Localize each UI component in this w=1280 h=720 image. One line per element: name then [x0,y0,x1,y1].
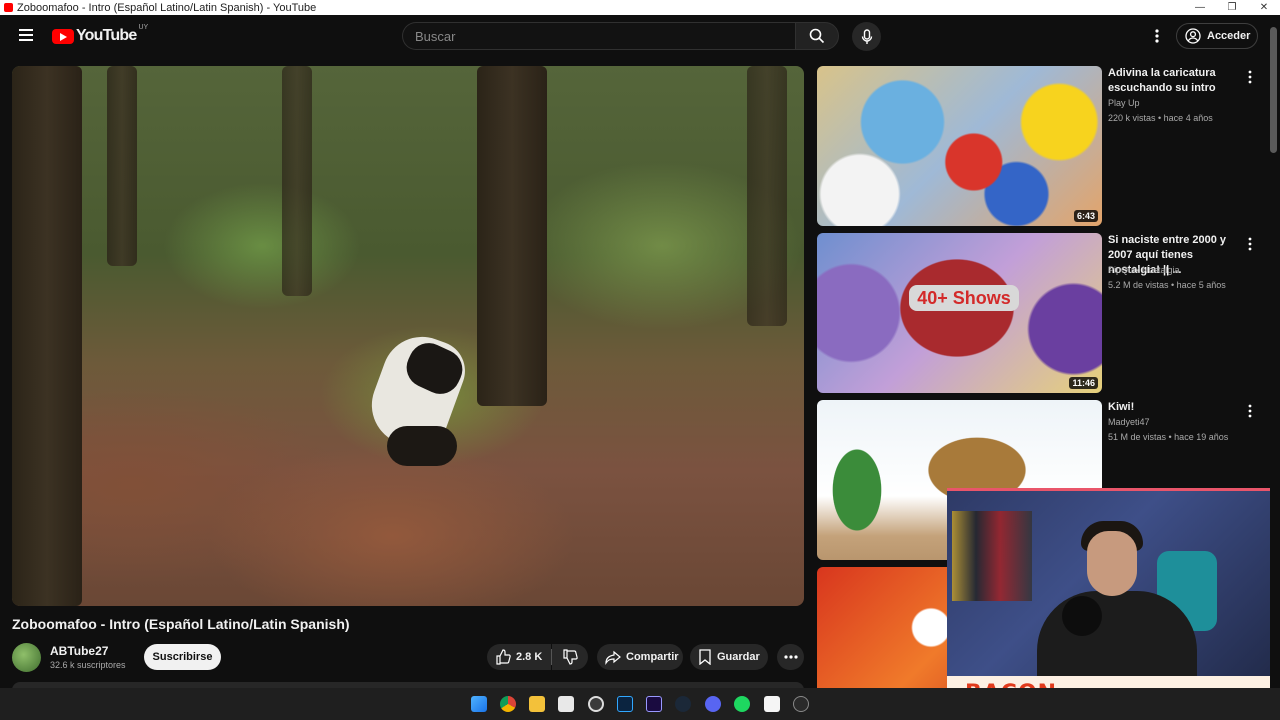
recommendation-item[interactable]: 6:43 Adivina la caricatura escuchando su… [817,66,1267,226]
signin-label: Acceder [1207,30,1251,42]
like-count: 2.8 K [516,651,543,663]
recommendation-title[interactable]: Adivina la caricatura escuchando su intr… [1108,66,1242,96]
video-duration: 11:46 [1069,377,1098,389]
tree-trunk-image [12,66,82,606]
streamer-face-image [1087,531,1137,596]
studio-microphone-image [1062,596,1102,636]
search-box [402,22,795,50]
premiere-icon[interactable] [646,696,662,712]
recommendation-meta: 51 M de vistas • hace 19 años [1108,432,1229,442]
recommendation-thumbnail[interactable]: 6:43 [817,66,1102,226]
obs-icon[interactable] [588,696,604,712]
youtube-favicon-icon [4,3,13,12]
recommendation-thumbnail[interactable]: 40+ Shows 11:46 [817,233,1102,393]
discord-icon[interactable] [705,696,721,712]
window-controls: — ❐ ✕ [1184,0,1280,15]
save-button[interactable]: Guardar [690,644,768,670]
app-icon[interactable] [793,696,809,712]
more-options-icon[interactable] [1247,237,1253,251]
more-actions-button[interactable] [777,644,804,670]
webcam-overlay: BACON [947,488,1270,710]
country-code: UY [138,23,149,31]
settings-menu-icon[interactable] [1151,27,1163,45]
tree-trunk-image [477,66,547,406]
taskbar [0,688,1280,720]
thumbs-up-icon [496,649,511,665]
tree-trunk-image [282,66,312,296]
file-explorer-icon[interactable] [529,696,545,712]
lemur-leg-image [387,426,457,466]
video-duration: 6:43 [1073,210,1098,222]
window-title: Zoboomafoo - Intro (Español Latino/Latin… [17,1,317,14]
steam-icon[interactable] [675,696,691,712]
windows-start-icon[interactable] [471,696,487,712]
video-title: Zoboomafoo - Intro (Español Latino/Latin… [12,616,350,632]
share-label: Compartir [626,651,679,663]
spotify-icon[interactable] [734,696,750,712]
photoshop-icon[interactable] [617,696,633,712]
channel-name[interactable]: ABTube27 [50,644,108,658]
microphone-icon [861,28,872,44]
recommendation-title[interactable]: Kiwi! [1108,400,1242,415]
recommendation-channel[interactable]: Play Up [1108,98,1140,108]
like-button[interactable]: 2.8 K [487,644,551,670]
search-input[interactable] [403,23,795,49]
bookmark-icon [699,649,711,665]
clothes-rack-image [952,511,1032,601]
close-button[interactable]: ✕ [1248,0,1280,15]
logo-text: YouTube [76,27,137,44]
more-horizontal-icon [783,655,798,659]
share-icon [605,650,621,665]
play-logo-icon [52,28,74,44]
video-player[interactable] [12,66,804,606]
more-options-icon[interactable] [1247,70,1253,84]
recommendation-item[interactable]: 40+ Shows 11:46 Si naciste entre 2000 y … [817,233,1267,393]
signin-button[interactable]: Acceder [1176,23,1258,49]
save-label: Guardar [717,651,760,663]
channel-avatar[interactable] [12,643,41,672]
recommendation-channel[interactable]: Madyeti47 [1108,417,1150,427]
chrome-icon[interactable] [500,696,516,712]
more-options-icon[interactable] [1247,404,1253,418]
recommendation-meta: 5.2 M de vistas • hace 5 años [1108,280,1226,290]
maximize-button[interactable]: ❐ [1216,0,1248,15]
recommendation-channel[interactable]: PipQuix Nostalgia [1108,265,1180,275]
thumbs-down-icon [563,649,578,665]
window-titlebar: Zoboomafoo - Intro (Español Latino/Latin… [0,0,1280,15]
thumbnail-caption: 40+ Shows [909,285,1019,311]
minimize-button[interactable]: — [1184,0,1216,15]
subscriber-count: 32.6 k suscriptores [50,660,126,670]
search-icon [809,28,825,44]
subscribe-button[interactable]: Suscribirse [144,644,221,670]
share-button[interactable]: Compartir [597,644,683,670]
account-icon [1185,28,1201,44]
search-button[interactable] [795,22,839,50]
notion-icon[interactable] [764,696,780,712]
page-scrollbar[interactable] [1270,27,1277,153]
snipping-tool-icon[interactable] [558,696,574,712]
youtube-logo[interactable]: YouTube UY [52,23,149,45]
voice-search-button[interactable] [852,22,881,51]
menu-icon[interactable] [19,29,33,41]
tree-trunk-image [747,66,787,326]
recommendation-meta: 220 k vistas • hace 4 años [1108,113,1213,123]
tree-trunk-image [107,66,137,266]
dislike-button[interactable] [552,644,588,670]
masthead: YouTube UY Acceder [0,15,1280,57]
